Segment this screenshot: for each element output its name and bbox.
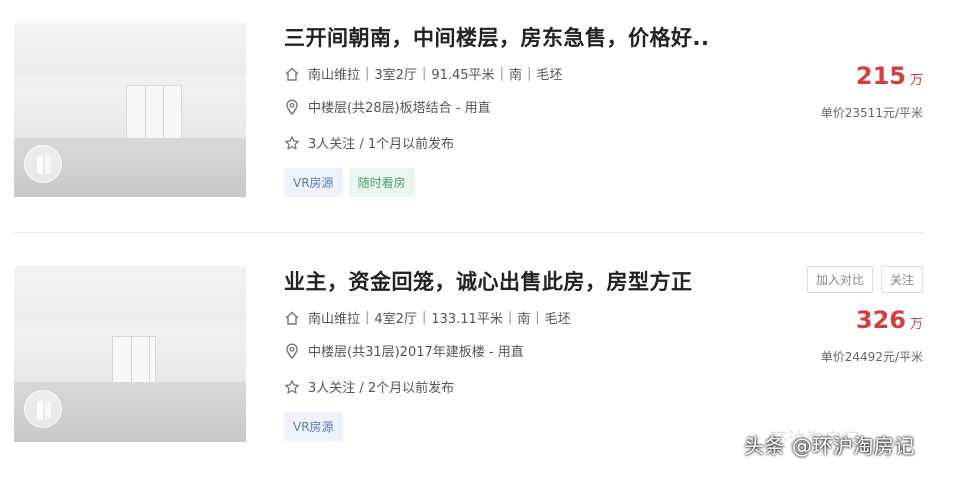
price-value: 215 [855,62,906,90]
separator: | [526,66,532,81]
listing-info-row: 南山维拉 | 4室2厅 | 133.11平米 | 南 | 毛坯 [284,308,571,327]
area: 91.45平米 [431,68,495,83]
separator: | [421,66,427,81]
location-pin-icon [284,343,300,359]
listing-photo[interactable] [14,23,246,197]
vr-logo-icon[interactable] [24,145,62,183]
listing-title[interactable]: 业主，资金回笼，诚心出售此房，房型方正 [284,266,693,296]
source-watermark: 头条 @环沪淘房记 [744,434,915,458]
floor-info: 中楼层(共28层)板塔结合 - 用直 [308,101,491,116]
layout: 4室2厅 [374,312,417,327]
listing-follow-row: 3人关注 / 2个月以前发布 [284,377,454,396]
price-unit: 万 [909,73,923,88]
decoration: 毛坯 [536,68,563,83]
separator: | [365,310,370,325]
follow-info: 3人关注 / 2个月以前发布 [308,381,455,396]
tag-vr: VR房源 [284,412,343,441]
listing-actions: 加入对比 关注 [806,266,923,293]
unit-price: 单价23511元/平米 [820,106,923,120]
separator: | [507,310,513,325]
separator: | [421,310,427,325]
listing-follow-row: 3人关注 / 1个月以前发布 [284,133,454,152]
follow-info: 3人关注 / 1个月以前发布 [308,137,455,152]
listing-location-row: 中楼层(共31层)2017年建板楼 - 用直 [284,341,524,360]
star-icon [284,379,300,395]
floor-info: 中楼层(共31层)2017年建板楼 - 用直 [308,345,524,360]
listing-location-row: 中楼层(共28层)板塔结合 - 用直 [284,97,491,116]
orientation: 南 [508,68,522,83]
house-icon [284,66,300,82]
price-unit: 万 [909,317,923,332]
separator: | [499,66,504,81]
orientation: 南 [517,312,531,327]
listing-title[interactable]: 三开间朝南，中间楼层，房东急售，价格好.. [284,22,709,52]
listing-card[interactable]: 三开间朝南，中间楼层，房东急售，价格好.. 南山维拉 | 3室2厅 | 91.45平… [0,0,959,232]
divider [14,232,926,233]
layout: 3室2厅 [374,68,417,83]
star-icon [284,135,300,151]
unit-price: 单价24492元/平米 [820,350,923,364]
community-name[interactable]: 南山维拉 [308,308,360,327]
house-icon [284,310,300,326]
add-compare-button[interactable]: 加入对比 [806,266,873,293]
decoration: 毛坯 [544,312,571,327]
location-pin-icon [284,99,300,115]
listing-photo[interactable] [14,266,246,442]
price-value: 326 [855,306,906,334]
photo-ceiling [14,23,246,76]
tag-list: VR房源 随时看房 [284,168,415,197]
vr-logo-icon[interactable] [24,390,62,428]
tag-anytime-viewing: 随时看房 [348,168,415,197]
photo-ceiling [14,266,246,319]
area: 133.11平米 [431,312,503,327]
community-name[interactable]: 南山维拉 [308,64,360,83]
follow-button[interactable]: 关注 [880,266,923,293]
total-price: 326 万 [856,306,923,334]
separator: | [365,66,370,81]
listing-info-row: 南山维拉 | 3室2厅 | 91.45平米 | 南 | 毛坯 [284,64,562,83]
total-price: 215 万 [856,62,923,90]
separator: | [535,310,540,325]
tag-list: VR房源 [284,412,343,441]
tag-vr: VR房源 [284,168,343,197]
